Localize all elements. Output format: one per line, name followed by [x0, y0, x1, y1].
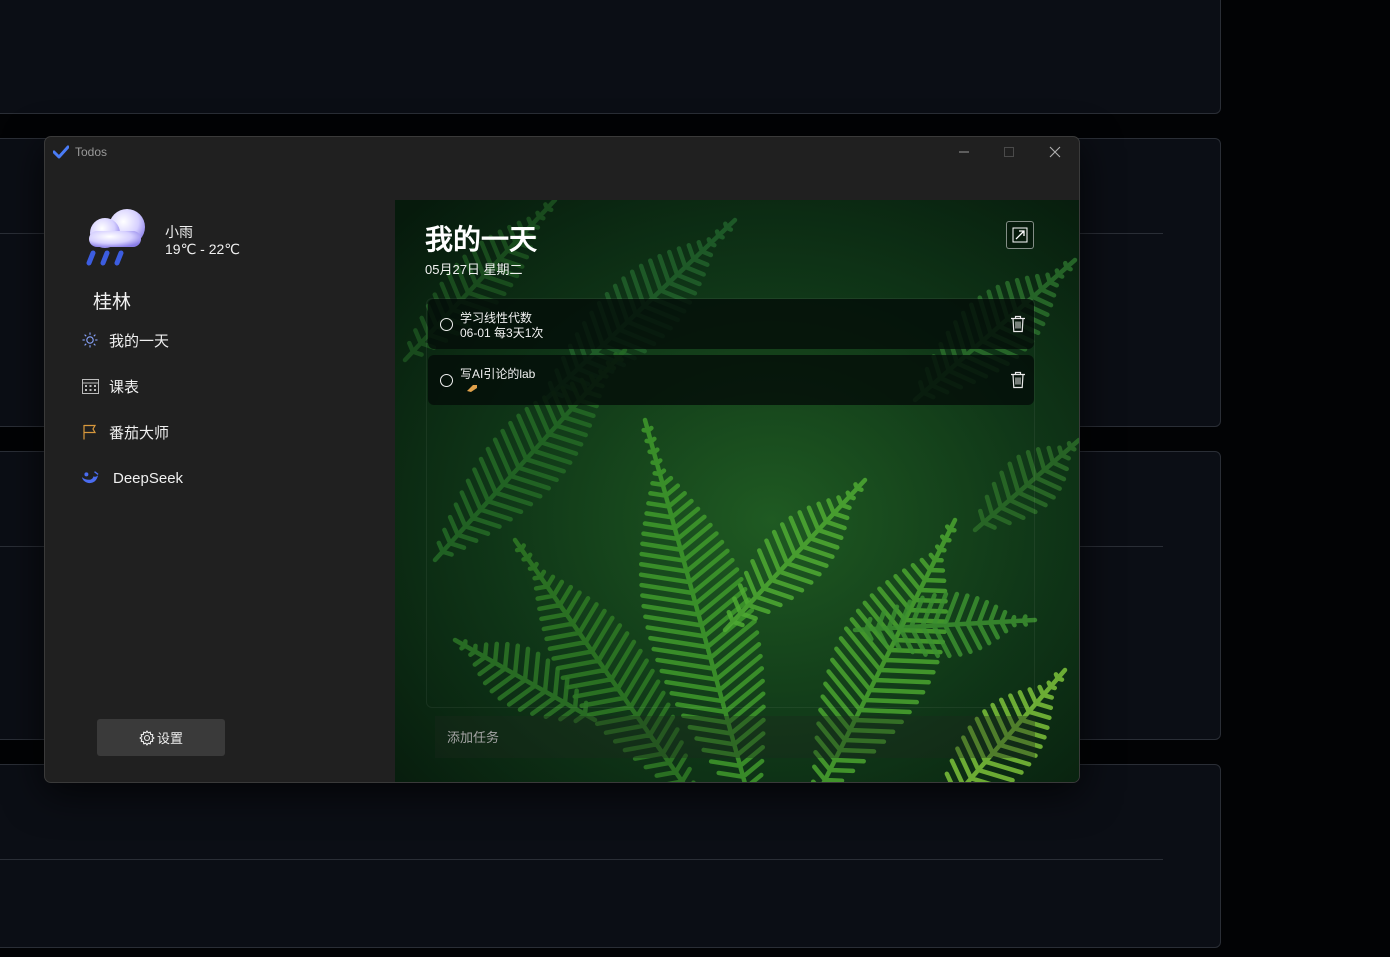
- rain-cloud-icon: [86, 209, 145, 266]
- gear-icon: [139, 729, 155, 746]
- minimize-icon: [959, 151, 969, 153]
- nav-item-label: 番茄大师: [109, 424, 170, 442]
- task-checkbox[interactable]: [440, 374, 453, 387]
- background-card-4: [0, 764, 1221, 948]
- nav-item-label: 课表: [109, 378, 140, 396]
- trash-icon[interactable]: [1010, 371, 1026, 389]
- task-item[interactable]: 写AI引论的lab: [428, 355, 1034, 405]
- weather-temperature: 19℃ - 22℃: [165, 241, 241, 257]
- expand-button[interactable]: [1006, 221, 1034, 249]
- close-icon: [1049, 146, 1061, 158]
- add-task-input[interactable]: [435, 716, 1035, 758]
- close-button[interactable]: [1033, 139, 1077, 165]
- maximize-button[interactable]: [987, 139, 1031, 165]
- tag-icon: [467, 385, 477, 392]
- nav-item-label: 我的一天: [109, 332, 170, 350]
- deepseek-whale-icon: [81, 469, 99, 487]
- sun-icon: [81, 331, 99, 349]
- page-date: 05月27日 星期二: [425, 262, 523, 277]
- nav-item-my-day[interactable]: 我的一天: [81, 327, 169, 353]
- todos-window: Todos 小雨 19℃ - 22℃ 桂林 我的一天 课表 番茄大师 DeepS…: [44, 136, 1080, 783]
- page-title: 我的一天: [425, 224, 538, 255]
- weather-condition: 小雨: [165, 224, 193, 240]
- title-bar[interactable]: Todos: [45, 137, 1079, 167]
- task-checkbox[interactable]: [440, 318, 453, 331]
- trash-icon[interactable]: [1010, 315, 1026, 333]
- checkmark-app-icon: [53, 145, 69, 159]
- window-title: Todos: [75, 145, 108, 159]
- minimize-button[interactable]: [942, 139, 986, 165]
- maximize-icon: [1004, 147, 1014, 157]
- city-name: 桂林: [93, 292, 132, 313]
- nav-item-deepseek[interactable]: DeepSeek: [81, 465, 183, 491]
- task-repeat-info: 06-01 每3天1次: [460, 326, 544, 340]
- main-panel: 我的一天 05月27日 星期二 学习线性代数 06-01 每3天1次 写AI引论…: [395, 200, 1079, 782]
- divider: [0, 859, 1163, 860]
- flag-icon: [81, 423, 99, 441]
- calendar-icon: [81, 377, 99, 395]
- settings-label: 设置: [156, 731, 183, 746]
- task-item[interactable]: 学习线性代数 06-01 每3天1次: [428, 299, 1034, 349]
- background-card-1: [0, 0, 1221, 114]
- nav-item-schedule[interactable]: 课表: [81, 373, 139, 399]
- sidebar: 小雨 19℃ - 22℃ 桂林 我的一天 课表 番茄大师 DeepSeek 设置: [45, 167, 395, 782]
- nav-item-label: DeepSeek: [113, 469, 184, 487]
- settings-button[interactable]: 设置: [97, 719, 225, 756]
- nav-item-pomodoro[interactable]: 番茄大师: [81, 419, 169, 445]
- task-title: 写AI引论的lab: [460, 367, 536, 381]
- expand-arrow-icon: [1012, 227, 1028, 243]
